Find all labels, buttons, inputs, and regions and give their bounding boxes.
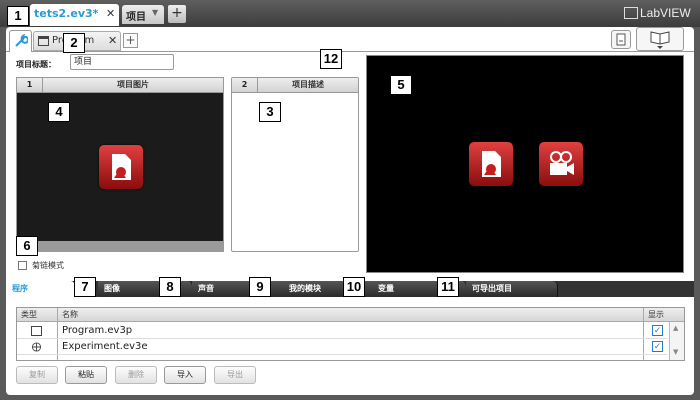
table-header: 类型 名称 显示 (17, 308, 684, 322)
content-editor-button[interactable] (611, 30, 631, 49)
add-project-button[interactable]: + (168, 5, 186, 23)
table-row[interactable]: Experiment.ev3e ✓ (17, 339, 667, 355)
checkbox[interactable] (18, 261, 27, 270)
table-row[interactable]: Program.ev3p ✓ (17, 323, 667, 339)
show-checkbox[interactable]: ✓ (652, 341, 663, 352)
image-placeholder-icon (99, 145, 143, 189)
callout-12: 12 (320, 49, 342, 69)
desc-box-number: 2 (232, 78, 258, 93)
sub-tab-bar: Program ✕ + (6, 27, 694, 52)
callout-8: 8 (159, 277, 181, 297)
image-box-header: 1 项目图片 (17, 78, 223, 93)
scroll-down-icon[interactable]: ▼ (673, 348, 678, 356)
callout-7: 7 (74, 277, 96, 297)
book-icon (650, 31, 670, 49)
project-properties-tab[interactable] (9, 30, 32, 52)
project-tab[interactable]: tets2.ev3* ✕ (30, 4, 119, 26)
ni-logo-icon (624, 7, 638, 19)
scroll-up-icon[interactable]: ▲ (673, 324, 678, 332)
column-header-name[interactable]: 名称 (62, 308, 78, 322)
top-bar: tets2.ev3* ✕ 项目 ▼ + LabVIEW (0, 0, 700, 27)
project-menu-label: 项目 (126, 12, 146, 23)
desc-box-title: 项目描述 (292, 80, 324, 89)
tab-sounds[interactable]: 声音 (192, 281, 287, 297)
image-box-footer (17, 241, 223, 251)
row-name: Experiment.ev3e (62, 341, 148, 352)
chevron-down-icon: ▼ (152, 8, 159, 17)
labview-logo: LabVIEW (624, 5, 694, 22)
program-icon (31, 326, 42, 336)
import-button[interactable]: 导入 (164, 366, 206, 384)
program-icon (38, 36, 49, 46)
callout-10: 10 (343, 277, 365, 297)
content-editor-toggle[interactable] (636, 27, 684, 51)
callout-5: 5 (390, 75, 412, 95)
column-header-type[interactable]: 类型 (21, 308, 37, 322)
callout-2: 2 (63, 33, 85, 53)
daisy-chain-checkbox[interactable]: 菊链模式 (18, 260, 118, 272)
export-button[interactable]: 导出 (214, 366, 256, 384)
image-icon (469, 142, 513, 186)
desc-box-header: 2 项目描述 (232, 78, 358, 93)
wrench-icon (14, 33, 29, 47)
experiment-icon (31, 342, 42, 352)
close-icon[interactable]: ✕ (106, 7, 115, 20)
callout-1: 1 (7, 6, 29, 26)
close-icon[interactable]: ✕ (108, 34, 117, 47)
callout-11: 11 (437, 277, 459, 297)
add-program-button[interactable]: + (123, 33, 138, 48)
copy-button[interactable]: 复制 (16, 366, 58, 384)
content-table: 类型 名称 显示 Program.ev3p ✓ Experiment.ev3e … (16, 307, 685, 361)
project-tab-label: tets2.ev3* (34, 7, 99, 20)
callout-4: 4 (48, 102, 70, 122)
callout-6: 6 (16, 236, 38, 256)
project-title-label: 项目标题： (16, 60, 56, 69)
project-title-input[interactable]: 项目 (70, 54, 174, 70)
table-scrollbar[interactable]: ▲ ▼ (669, 322, 684, 360)
document-icon (616, 33, 626, 46)
tab-exportable-items[interactable]: 可导出项目 (466, 281, 558, 297)
video-icon (539, 142, 583, 186)
image-box-title: 项目图片 (117, 80, 149, 89)
project-description-box[interactable]: 2 项目描述 (231, 77, 359, 252)
paste-button[interactable]: 粘贴 (65, 366, 107, 384)
daisy-chain-label: 菊链模式 (32, 261, 64, 270)
delete-button[interactable]: 删除 (115, 366, 157, 384)
callout-9: 9 (249, 277, 271, 297)
project-menu-tab[interactable]: 项目 ▼ (122, 5, 164, 24)
tab-programs[interactable]: 程序 (6, 281, 76, 297)
image-box-number: 1 (17, 78, 43, 93)
logo-text: LabVIEW (640, 6, 691, 20)
row-name: Program.ev3p (62, 325, 133, 336)
show-checkbox[interactable]: ✓ (652, 325, 663, 336)
project-preview (366, 55, 684, 273)
callout-3: 3 (259, 102, 281, 122)
column-header-show[interactable]: 显示 (648, 308, 664, 322)
project-panel: Program ✕ + 项目标题： 项目 1 项目图片 (6, 27, 694, 395)
